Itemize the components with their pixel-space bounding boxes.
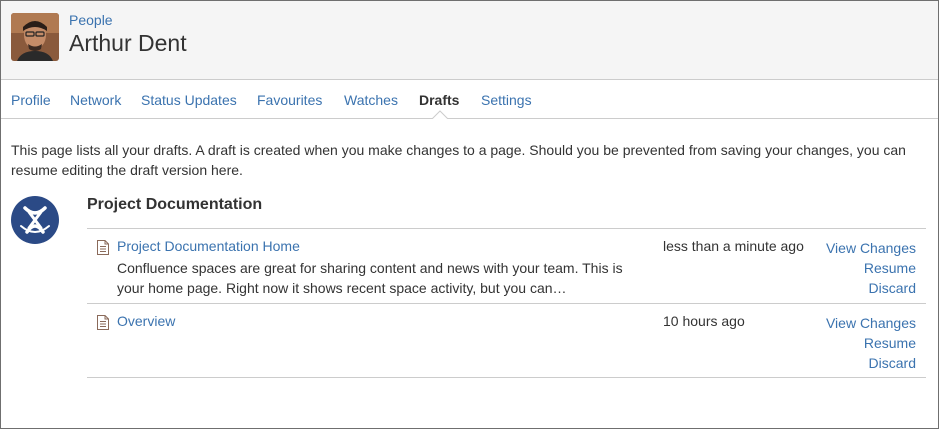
draft-actions: View Changes Resume Discard	[826, 313, 916, 373]
drafts-list: Project Documentation Home Confluence sp…	[87, 228, 926, 378]
draft-page-link[interactable]: Overview	[117, 313, 175, 329]
draft-timestamp: 10 hours ago	[663, 313, 745, 329]
page-icon	[97, 315, 109, 330]
draft-row: Overview 10 hours ago View Changes Resum…	[87, 303, 926, 378]
profile-header: People Arthur Dent	[1, 1, 938, 80]
resume-link[interactable]: Resume	[826, 333, 916, 353]
page-icon	[97, 240, 109, 255]
draft-page-link[interactable]: Project Documentation Home	[117, 238, 300, 254]
view-changes-link[interactable]: View Changes	[826, 238, 916, 258]
tab-settings[interactable]: Settings	[481, 92, 532, 108]
confluence-space-icon[interactable]	[11, 196, 59, 244]
tab-profile[interactable]: Profile	[11, 92, 51, 108]
tab-watches[interactable]: Watches	[344, 92, 398, 108]
space-title: Project Documentation	[87, 196, 263, 213]
resume-link[interactable]: Resume	[826, 258, 916, 278]
user-avatar[interactable]	[11, 13, 59, 61]
tab-network[interactable]: Network	[70, 92, 121, 108]
draft-actions: View Changes Resume Discard	[826, 238, 916, 298]
discard-link[interactable]: Discard	[826, 353, 916, 373]
discard-link[interactable]: Discard	[826, 278, 916, 298]
tab-status-updates[interactable]: Status Updates	[141, 92, 237, 108]
draft-row: Project Documentation Home Confluence sp…	[87, 228, 926, 303]
avatar-image	[11, 13, 59, 61]
page-frame: People Arthur Dent Profile Network Statu…	[0, 0, 939, 429]
draft-excerpt: Confluence spaces are great for sharing …	[117, 260, 623, 296]
draft-timestamp: less than a minute ago	[663, 238, 804, 254]
breadcrumb-people[interactable]: People	[69, 12, 113, 28]
space-logo-image	[11, 196, 59, 244]
profile-tabs: Profile Network Status Updates Favourite…	[1, 81, 938, 119]
tab-favourites[interactable]: Favourites	[257, 92, 322, 108]
tab-drafts[interactable]: Drafts	[419, 92, 459, 108]
drafts-description: This page lists all your drafts. A draft…	[11, 142, 906, 178]
view-changes-link[interactable]: View Changes	[826, 313, 916, 333]
active-tab-indicator-icon	[432, 110, 448, 119]
page-title: Arthur Dent	[69, 30, 187, 56]
